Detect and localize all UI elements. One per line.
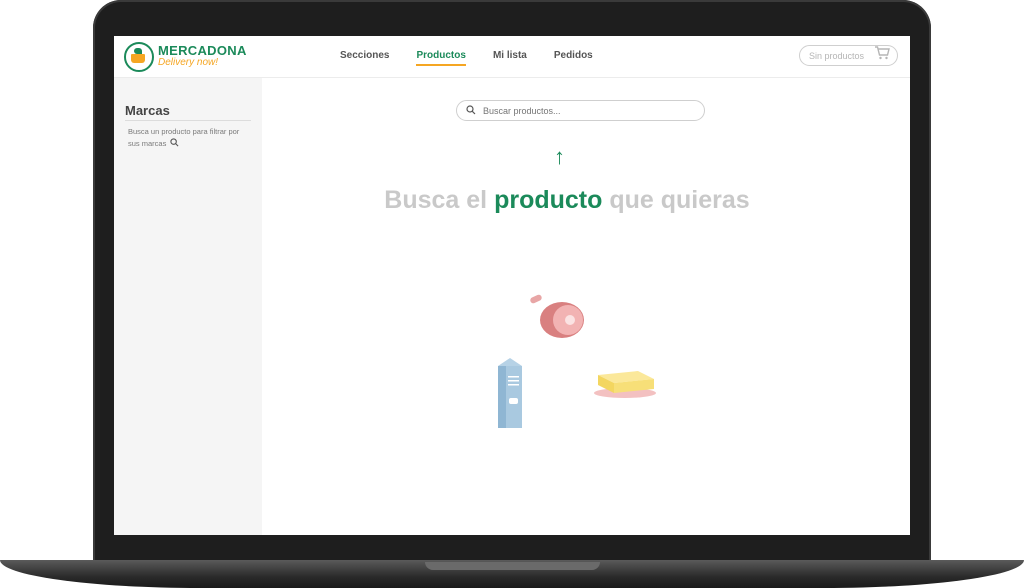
headline-accent: producto [494,186,603,214]
sidebar-hint-text: Busca un producto para filtrar por sus m… [128,127,240,148]
laptop-notch [425,562,600,570]
brands-sidebar: Marcas Busca un producto para filtrar po… [114,78,262,535]
main-nav: Secciones Productos Mi lista Pedidos [340,50,620,66]
sidebar-divider [125,120,251,121]
cart-button[interactable]: Sin productos [799,45,898,66]
sidebar-title: Marcas [125,103,170,118]
nav-mi-lista[interactable]: Mi lista [493,50,527,66]
cart-icon [874,46,890,65]
headline-part2: que quieras [609,186,750,214]
search-icon [168,138,179,148]
empty-state-headline: Busca el producto que quieras [114,186,910,215]
butter-icon [594,371,656,398]
nav-pedidos[interactable]: Pedidos [554,50,593,66]
brand-name: MERCADONA [158,43,247,58]
basket-logo-icon [124,42,154,72]
sidebar-hint: Busca un producto para filtrar por sus m… [128,126,252,150]
milk-carton-icon [498,358,522,428]
arrow-up-icon: ↑ [554,144,565,169]
headline-part1: Busca el [384,186,488,214]
product-search-bar[interactable] [456,100,705,121]
cart-label: Sin productos [809,50,865,61]
nav-secciones[interactable]: Secciones [340,50,389,66]
app-screen: MERCADONA Delivery now! Secciones Produc… [114,36,910,535]
search-icon [466,102,476,120]
brand-tagline: Delivery now! [158,57,219,68]
top-header: MERCADONA Delivery now! Secciones Produc… [114,36,910,78]
search-input[interactable] [481,104,685,117]
nav-productos[interactable]: Productos [416,50,466,66]
ham-icon [530,294,584,338]
brand-logo[interactable]: MERCADONA Delivery now! [124,42,247,72]
